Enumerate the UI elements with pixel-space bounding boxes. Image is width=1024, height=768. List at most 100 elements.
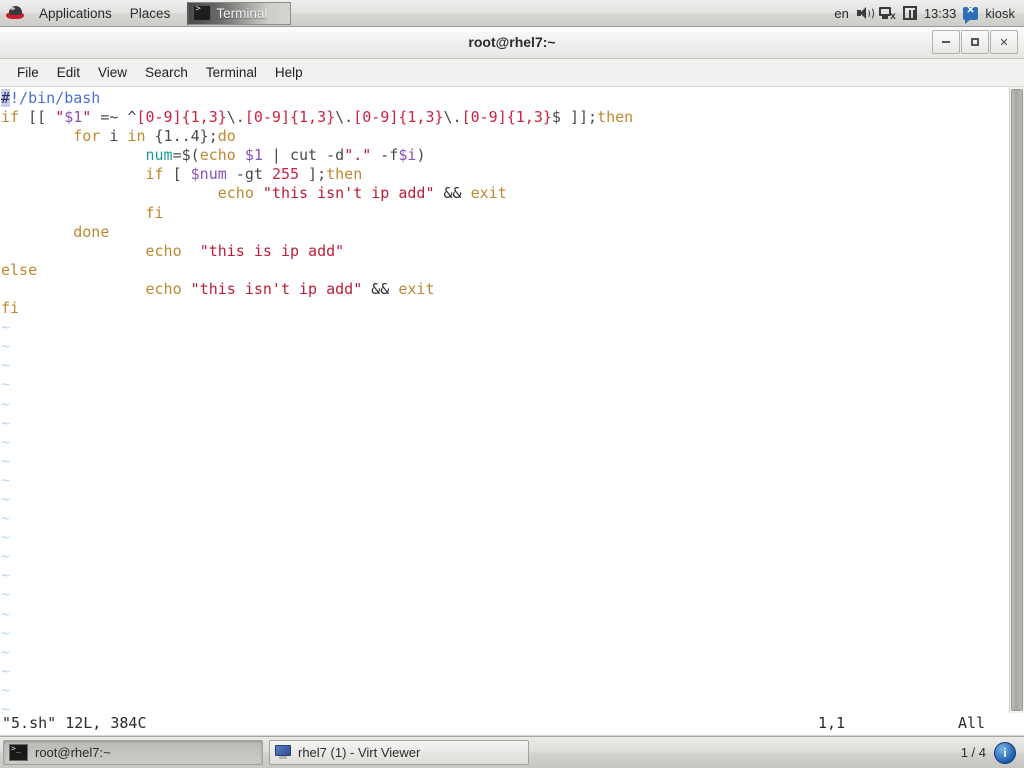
code-token: " [55, 108, 65, 127]
scrollbar-thumb[interactable] [1011, 89, 1023, 711]
taskbar-item-virt-viewer[interactable]: rhel7 (1) - Virt Viewer [269, 740, 529, 765]
menubar: File Edit View Search Terminal Help [0, 59, 1024, 87]
menu-applications[interactable]: Applications [30, 3, 121, 24]
code-token: -gt [226, 165, 272, 184]
code-token: $ ]]; [551, 108, 598, 127]
window-titlebar[interactable]: root@rhel7:~ ✕ [0, 27, 1024, 59]
code-token: # [1, 89, 11, 107]
code-token: if [1, 108, 20, 127]
menu-file[interactable]: File [8, 62, 48, 83]
window-list-label: Terminal [216, 5, 268, 21]
code-line: fi [1, 204, 1009, 223]
code-token: && [443, 184, 462, 203]
code-token: "this isn't ip add" [190, 279, 363, 298]
info-icon[interactable]: i [994, 741, 1016, 764]
empty-line-marker: ~ [1, 642, 11, 661]
terminal-window: root@rhel7:~ ✕ File Edit View Search Ter… [0, 27, 1024, 736]
terminal-icon [9, 744, 28, 761]
code-token: echo [145, 279, 182, 298]
code-token: if [145, 165, 164, 184]
status-cursor-position: 1,1 [818, 714, 846, 732]
code-token: exit [470, 184, 507, 203]
status-scroll-percent: All [958, 714, 986, 732]
code-token: "." [344, 146, 372, 165]
empty-line-marker: ~ [1, 509, 11, 528]
code-token: in [127, 127, 146, 146]
code-token: then [597, 108, 634, 127]
clock[interactable]: 13:33 [924, 6, 957, 21]
code-token: {1,3} [506, 108, 552, 127]
workspace-indicator[interactable]: 1 / 4 [961, 745, 986, 760]
empty-line-marker: ~ [1, 375, 11, 394]
code-token: echo [199, 146, 236, 165]
empty-line-marker: ~ [1, 470, 11, 489]
empty-line-marker: ~ [1, 356, 11, 375]
code-line: echo "this is ip add" [1, 242, 1009, 261]
user-menu[interactable]: kiosk [985, 6, 1015, 21]
code-token: echo [145, 241, 182, 260]
vim-status-line: "5.sh" 12L, 384C 1,1 All [0, 713, 1024, 736]
window-list-terminal[interactable]: Terminal [187, 1, 292, 25]
code-token: ) [416, 146, 426, 165]
terminal-body[interactable]: #!/bin/bash if [[ "$1" =~ ^[0-9]{1,3}\.[0… [0, 87, 1024, 713]
code-token: {1,3} [398, 108, 444, 127]
minimize-button[interactable] [932, 30, 960, 54]
top-panel: Applications Places Terminal en x 13:33 … [0, 0, 1024, 27]
menu-edit[interactable]: Edit [48, 62, 89, 83]
code-token: [ [163, 165, 191, 184]
empty-line-marker: ~ [1, 700, 11, 713]
code-line: fi [1, 299, 1009, 318]
code-token: i [100, 127, 128, 146]
taskbar-item-terminal[interactable]: root@rhel7:~ [3, 740, 263, 765]
code-line: num=$(echo $1 | cut -d"." -f$i) [1, 146, 1009, 165]
close-button[interactable]: ✕ [990, 30, 1018, 54]
taskbar-tray: 1 / 4 i [961, 741, 1024, 764]
taskbar-item-label: root@rhel7:~ [35, 745, 111, 760]
menu-places[interactable]: Places [121, 3, 180, 24]
terminal-scrollbar[interactable] [1009, 87, 1024, 713]
taskbar-item-label: rhel7 (1) - Virt Viewer [298, 745, 421, 760]
code-token: 255 [271, 165, 300, 184]
empty-line-marker: ~ [1, 547, 11, 566]
code-token: fi [1, 299, 20, 318]
code-token: $num [190, 165, 227, 184]
window-controls: ✕ [932, 30, 1018, 54]
empty-line-marker: ~ [1, 585, 11, 604]
empty-line-marker: ~ [1, 337, 11, 356]
empty-line-marker: ~ [1, 432, 11, 451]
code-token: fi [145, 203, 164, 222]
speaker-icon[interactable] [856, 6, 874, 20]
code-token: =~ ^ [91, 108, 137, 127]
menu-terminal[interactable]: Terminal [197, 62, 266, 83]
code-line: else [1, 261, 1009, 280]
code-token: =$( [172, 146, 200, 165]
empty-line-marker: ~ [1, 566, 11, 585]
calendar-icon[interactable] [902, 6, 917, 20]
vim-buffer[interactable]: #!/bin/bash if [[ "$1" =~ ^[0-9]{1,3}\.[0… [0, 87, 1009, 713]
maximize-button[interactable] [961, 30, 989, 54]
code-token: exit [398, 279, 435, 298]
menu-view[interactable]: View [89, 62, 136, 83]
menu-search[interactable]: Search [136, 62, 197, 83]
message-icon[interactable]: ✕ [963, 5, 979, 24]
code-token: $1 [244, 146, 263, 165]
empty-line-marker: ~ [1, 451, 11, 470]
empty-line-marker: ~ [1, 680, 11, 699]
red-hat-logo[interactable] [6, 5, 24, 21]
code-token: for [73, 127, 101, 146]
menu-help[interactable]: Help [266, 62, 312, 83]
network-disconnected-icon[interactable]: x [878, 6, 896, 21]
empty-line-marker: ~ [1, 623, 11, 642]
desktop-screen: Applications Places Terminal en x 13:33 … [0, 0, 1024, 768]
code-line: for i in {1..4};do [1, 127, 1009, 146]
keyboard-layout-indicator[interactable]: en [834, 6, 848, 21]
code-line: if [[ "$1" =~ ^[0-9]{1,3}\.[0-9]{1,3}\.[… [1, 108, 1009, 127]
